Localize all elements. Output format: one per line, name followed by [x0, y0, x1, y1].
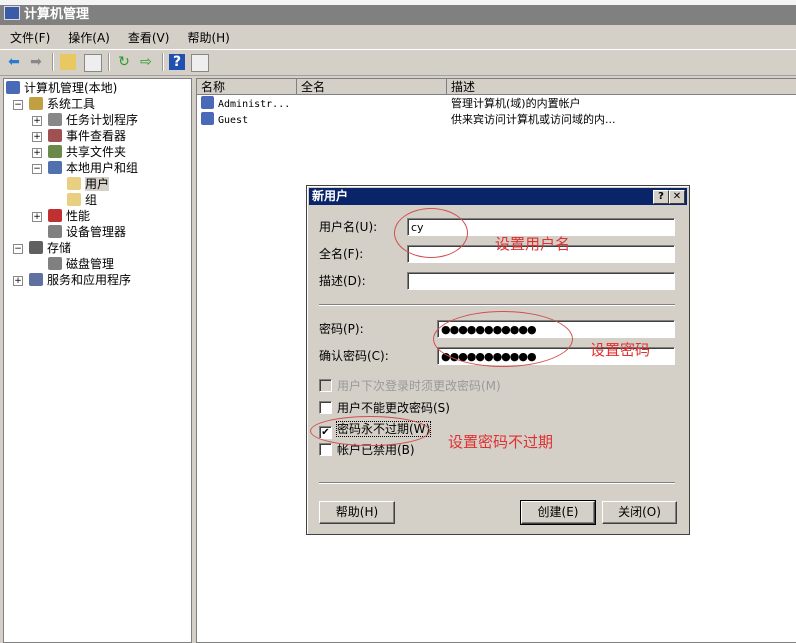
- node-icon: [48, 257, 62, 270]
- show-action-pane-icon[interactable]: [191, 54, 209, 72]
- confirm-password-label: 确认密码(C):: [319, 349, 389, 363]
- node-icon: [48, 113, 62, 126]
- expand-icon[interactable]: +: [13, 276, 23, 286]
- tree-item[interactable]: + 事件查看器: [32, 128, 126, 144]
- tree-item-label: 设备管理器: [66, 225, 127, 239]
- node-icon: [48, 161, 62, 174]
- node-icon: [29, 273, 43, 286]
- annotation-circle: [394, 208, 468, 258]
- export-list-icon[interactable]: ⇨: [138, 54, 154, 70]
- tree-item[interactable]: − 系统工具: [13, 96, 95, 112]
- computer-management-icon: [4, 6, 20, 20]
- window-title: 计算机管理: [24, 7, 90, 22]
- node-icon: [48, 225, 62, 238]
- help-icon[interactable]: ?: [169, 54, 185, 70]
- tree-item-label: 存储: [47, 241, 72, 255]
- back-arrow-icon[interactable]: ⬅: [6, 54, 22, 70]
- tree-item[interactable]: 计算机管理(本地): [6, 80, 117, 96]
- tree-item-label: 用户: [85, 177, 110, 191]
- password-label: 密码(P):: [319, 322, 364, 336]
- help-dialog-button[interactable]: 帮助(H): [319, 501, 395, 524]
- node-icon: [6, 81, 20, 94]
- node-icon: [48, 209, 62, 222]
- close-button[interactable]: 关闭(O): [602, 501, 677, 524]
- tree-item[interactable]: − 本地用户和组: [32, 160, 138, 176]
- fullname-label: 全名(F):: [319, 247, 364, 261]
- tree-item[interactable]: 组: [51, 192, 97, 208]
- user-icon: [201, 96, 214, 109]
- tree-item[interactable]: + 任务计划程序: [32, 112, 138, 128]
- annotation-username: 设置用户名: [495, 235, 571, 253]
- tree-item[interactable]: 用户: [51, 176, 110, 192]
- create-button[interactable]: 创建(E): [520, 500, 596, 525]
- user-icon: [201, 112, 214, 125]
- table-row[interactable]: Administr... 管理计算机(域)的内置帐户: [201, 96, 796, 112]
- node-icon: [48, 145, 62, 158]
- tree-item-label: 任务计划程序: [66, 113, 139, 127]
- console-tree: 计算机管理(本地) − 系统工具 + 任务计划程序 + 事件查看器 + 共享文件夹 − 本地用户和组…: [3, 78, 192, 643]
- title-bar: 计算机管理: [0, 5, 796, 25]
- tree-item[interactable]: + 性能: [32, 208, 90, 224]
- tree-item[interactable]: 设备管理器: [32, 224, 126, 240]
- collapse-icon[interactable]: −: [13, 100, 23, 110]
- description-label: 描述(D):: [319, 274, 366, 288]
- description-input[interactable]: [407, 272, 675, 290]
- user-description: 供来宾访问计算机或访问域的内...: [451, 113, 616, 126]
- forward-arrow-icon[interactable]: ➡: [28, 54, 44, 70]
- column-name[interactable]: 名称: [197, 79, 297, 95]
- user-name: Administr...: [218, 99, 291, 110]
- tree-item-label: 服务和应用程序: [47, 273, 132, 287]
- username-label: 用户名(U):: [319, 220, 378, 234]
- annotation-password: 设置密码: [590, 341, 651, 359]
- expand-icon[interactable]: +: [32, 132, 42, 142]
- column-fullname[interactable]: 全名: [297, 79, 447, 95]
- expand-icon[interactable]: +: [32, 212, 42, 222]
- up-folder-icon[interactable]: [60, 54, 76, 70]
- folder-icon: [67, 177, 81, 190]
- annotation-circle: [433, 311, 573, 367]
- menu-file[interactable]: 文件(F): [10, 31, 50, 45]
- tree-item[interactable]: + 服务和应用程序: [13, 272, 131, 288]
- divider: [319, 482, 675, 484]
- expand-icon[interactable]: +: [32, 148, 42, 158]
- tree-item-label: 性能: [66, 209, 91, 223]
- refresh-icon[interactable]: ↻: [116, 54, 132, 70]
- user-name: Guest: [218, 115, 249, 126]
- node-icon: [48, 129, 62, 142]
- table-row[interactable]: Guest 供来宾访问计算机或访问域的内...: [201, 112, 796, 128]
- help-button[interactable]: ?: [653, 190, 669, 204]
- menu-bar: 文件(F) 操作(A) 查看(V) 帮助(H): [0, 27, 796, 50]
- tree-item[interactable]: 磁盘管理: [32, 256, 114, 272]
- tree-item-label: 系统工具: [47, 97, 96, 111]
- show-hide-tree-icon[interactable]: [84, 54, 102, 72]
- tree-item-label: 本地用户和组: [66, 161, 139, 175]
- node-icon: [29, 241, 43, 254]
- dialog-title: 新用户: [312, 189, 349, 203]
- tree-item-label: 事件查看器: [66, 129, 127, 143]
- toolbar: ⬅ ➡ ↻ ⇨ ?: [0, 50, 796, 76]
- tree-item-label: 组: [85, 193, 98, 207]
- collapse-icon[interactable]: −: [32, 164, 42, 174]
- tree-item-label: 磁盘管理: [66, 257, 115, 271]
- menu-help[interactable]: 帮助(H): [187, 31, 229, 45]
- user-description: 管理计算机(域)的内置帐户: [451, 97, 581, 110]
- annotation-circle: [310, 416, 430, 446]
- tree-item-label: 计算机管理(本地): [24, 81, 118, 95]
- cannot-change-password-checkbox[interactable]: 用户不能更改密码(S): [319, 400, 450, 416]
- tree-item[interactable]: − 存储: [13, 240, 71, 256]
- expand-icon[interactable]: +: [32, 116, 42, 126]
- menu-view[interactable]: 查看(V): [128, 31, 170, 45]
- must-change-password-checkbox[interactable]: 用户下次登录时须更改密码(M): [319, 378, 501, 394]
- folder-icon: [67, 193, 81, 206]
- collapse-icon[interactable]: −: [13, 244, 23, 254]
- divider: [319, 304, 675, 306]
- tree-item[interactable]: + 共享文件夹: [32, 144, 126, 160]
- annotation-never-expire: 设置密码不过期: [448, 433, 554, 451]
- menu-action[interactable]: 操作(A): [68, 31, 110, 45]
- dialog-title-bar: 新用户 ? ✕: [309, 188, 687, 205]
- column-description[interactable]: 描述: [447, 79, 796, 95]
- node-icon: [29, 97, 43, 110]
- close-icon[interactable]: ✕: [669, 190, 685, 204]
- tree-item-label: 共享文件夹: [66, 145, 127, 159]
